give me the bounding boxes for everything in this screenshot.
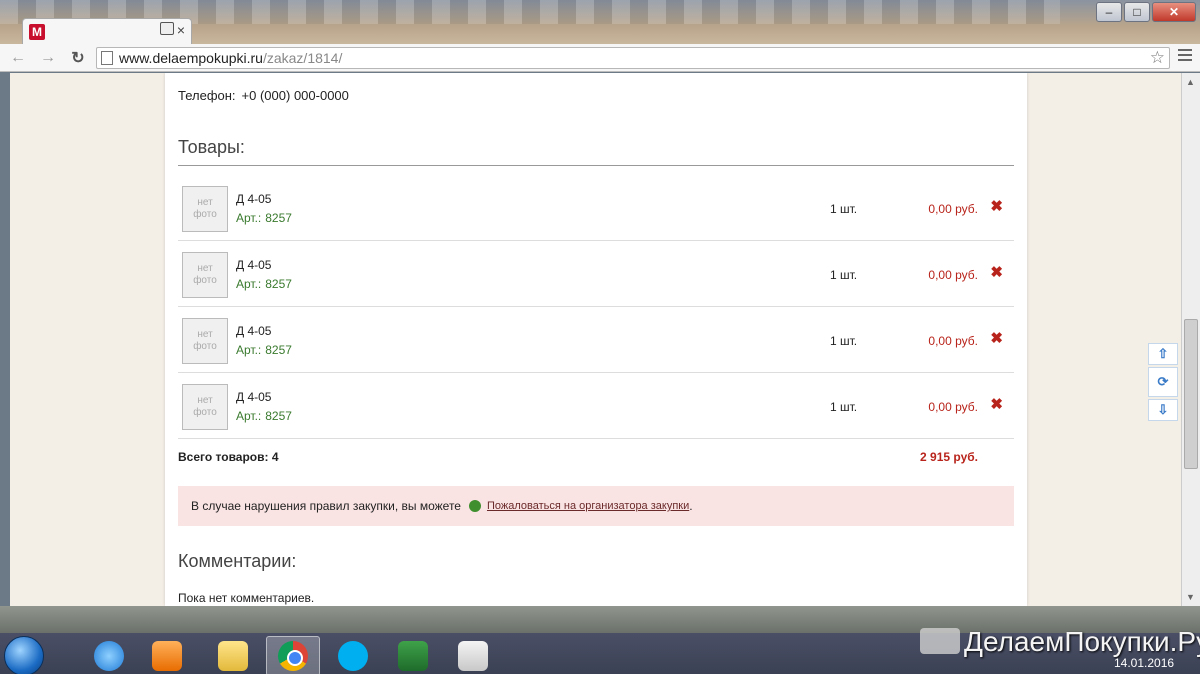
complain-link[interactable]: Пожаловаться на организатора закупки bbox=[487, 500, 689, 512]
item-article: Арт.: 8257 bbox=[236, 211, 292, 225]
no-comments-text: Пока нет комментариев. bbox=[178, 591, 315, 605]
item-name[interactable]: Д 4-05 bbox=[236, 258, 271, 272]
phone-line: Телефон: +0 (000) 000-0000 bbox=[178, 88, 349, 103]
url-path: /zakaz/1814/ bbox=[262, 50, 343, 66]
delete-icon[interactable]: ✖ bbox=[990, 329, 1003, 347]
maximize-button[interactable]: □ bbox=[1124, 2, 1150, 22]
item-article: Арт.: 8257 bbox=[236, 277, 292, 291]
url-host: www.delaempokupki.ru bbox=[119, 50, 263, 66]
phone-value: +0 (000) 000-0000 bbox=[241, 88, 349, 103]
comments-heading: Комментарии: bbox=[178, 551, 297, 571]
refresh-button[interactable]: ⟳ bbox=[1148, 367, 1178, 397]
no-photo-thumbnail: нет фото bbox=[182, 252, 228, 298]
no-photo-thumbnail: нет фото bbox=[182, 384, 228, 430]
browser-menu-icon[interactable] bbox=[1178, 49, 1192, 64]
item-name[interactable]: Д 4-05 bbox=[236, 390, 271, 404]
list-item: нет фото Д 4-05 Арт.: 8257 1 шт. 0,00 руб.… bbox=[178, 373, 1014, 439]
close-window-button[interactable]: ✕ bbox=[1152, 2, 1196, 22]
item-price: 0,00 руб. bbox=[928, 268, 978, 282]
total-sum: 2 915 руб. bbox=[920, 450, 978, 464]
list-item: нет фото Д 4-05 Арт.: 8257 1 шт. 0,00 руб.… bbox=[178, 307, 1014, 373]
page-viewport: Телефон: +0 (000) 000-0000 Товары: нет фот… bbox=[10, 73, 1181, 606]
reload-icon[interactable]: ↻ bbox=[66, 48, 90, 68]
excel-icon bbox=[398, 641, 428, 671]
taskbar-paint[interactable] bbox=[446, 636, 500, 674]
floating-scroll-nav: ⇧ ⟳ ⇩ bbox=[1148, 343, 1178, 423]
delete-icon[interactable]: ✖ bbox=[990, 197, 1003, 215]
site-logo-icon bbox=[920, 628, 960, 654]
browser-title-bar: M × – □ ✕ bbox=[0, 0, 1200, 44]
bookmark-star-icon[interactable]: ☆ bbox=[1150, 48, 1165, 68]
chrome-icon bbox=[278, 641, 308, 671]
page-icon bbox=[101, 51, 113, 65]
delete-icon[interactable]: ✖ bbox=[990, 395, 1003, 413]
delete-icon[interactable]: ✖ bbox=[990, 263, 1003, 281]
item-quantity: 1 шт. bbox=[830, 268, 858, 282]
start-button[interactable] bbox=[4, 636, 44, 674]
item-price: 0,00 руб. bbox=[928, 400, 978, 414]
media-player-icon bbox=[152, 641, 182, 671]
item-price: 0,00 руб. bbox=[928, 202, 978, 216]
scroll-down-arrow-icon[interactable]: ▼ bbox=[1186, 592, 1195, 602]
paint-icon bbox=[458, 641, 488, 671]
list-item: нет фото Д 4-05 Арт.: 8257 1 шт. 0,00 руб.… bbox=[178, 175, 1014, 241]
taskbar-excel[interactable] bbox=[386, 636, 440, 674]
new-tab-icon[interactable] bbox=[160, 22, 174, 35]
item-quantity: 1 шт. bbox=[830, 334, 858, 348]
windows-taskbar: ДелаемПокупки.Ру 14.01.2016 bbox=[0, 606, 1200, 674]
scroll-thumb[interactable] bbox=[1184, 319, 1198, 469]
internet-explorer-icon bbox=[94, 641, 124, 671]
item-article: Арт.: 8257 bbox=[236, 343, 292, 357]
item-price: 0,00 руб. bbox=[928, 334, 978, 348]
back-arrow-icon[interactable]: ← bbox=[6, 49, 30, 67]
alert-text: В случае нарушения правил закупки, вы мо… bbox=[191, 499, 461, 513]
scroll-top-button[interactable]: ⇧ bbox=[1148, 343, 1178, 365]
tab-close-icon[interactable]: × bbox=[177, 22, 185, 38]
order-content: Телефон: +0 (000) 000-0000 Товары: нет фот… bbox=[165, 73, 1027, 606]
item-article: Арт.: 8257 bbox=[236, 409, 292, 423]
item-quantity: 1 шт. bbox=[830, 400, 858, 414]
item-name[interactable]: Д 4-05 bbox=[236, 192, 271, 206]
minimize-button[interactable]: – bbox=[1096, 2, 1122, 22]
taskbar-explorer[interactable] bbox=[206, 636, 260, 674]
skype-icon bbox=[338, 641, 368, 671]
scroll-up-arrow-icon[interactable]: ▲ bbox=[1186, 77, 1195, 87]
folder-icon bbox=[218, 641, 248, 671]
taskbar-chrome[interactable] bbox=[266, 636, 320, 674]
phone-label: Телефон: bbox=[178, 88, 236, 103]
alert-period: . bbox=[689, 499, 693, 513]
scroll-bottom-button[interactable]: ⇩ bbox=[1148, 399, 1178, 421]
taskbar-ie[interactable] bbox=[82, 636, 136, 674]
site-favicon-icon: M bbox=[29, 23, 45, 40]
goods-divider bbox=[178, 165, 1014, 166]
forward-arrow-icon[interactable]: → bbox=[36, 49, 60, 67]
taskbar-skype[interactable] bbox=[326, 636, 380, 674]
no-photo-thumbnail: нет фото bbox=[182, 318, 228, 364]
watermark: ДелаемПокупки.Ру bbox=[964, 626, 1200, 657]
taskbar-media[interactable] bbox=[140, 636, 194, 674]
item-quantity: 1 шт. bbox=[830, 202, 858, 216]
goods-heading: Товары: bbox=[178, 137, 245, 157]
page-scrollbar[interactable]: ▲ ▼ bbox=[1181, 73, 1200, 606]
address-bar[interactable]: www.delaempokupki.ru/zakaz/1814/ ☆ bbox=[96, 47, 1170, 69]
clock-date[interactable]: 14.01.2016 bbox=[1114, 656, 1174, 670]
complaint-alert: В случае нарушения правил закупки, вы мо… bbox=[178, 486, 1014, 526]
item-name[interactable]: Д 4-05 bbox=[236, 324, 271, 338]
no-photo-thumbnail: нет фото bbox=[182, 186, 228, 232]
bug-icon bbox=[468, 500, 481, 512]
browser-toolbar: ← → ↻ www.delaempokupki.ru/zakaz/1814/ ☆ bbox=[0, 44, 1200, 72]
total-items-label: Всего товаров: 4 bbox=[178, 450, 279, 464]
list-item: нет фото Д 4-05 Арт.: 8257 1 шт. 0,00 руб.… bbox=[178, 241, 1014, 307]
window-controls: – □ ✕ bbox=[1096, 2, 1196, 22]
total-row: Всего товаров: 4 2 915 руб. bbox=[178, 450, 1014, 470]
